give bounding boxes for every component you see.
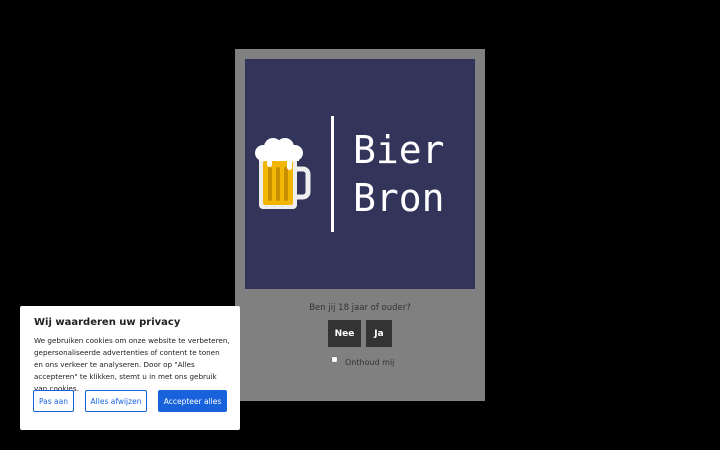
logo-text-line2: Bron <box>353 176 445 220</box>
yes-button[interactable]: Ja <box>366 320 392 347</box>
beer-mug-icon <box>255 138 311 209</box>
cookie-title: Wij waarderen uw privacy <box>34 317 181 328</box>
cookie-consent-banner: Wij waarderen uw privacy We gebruiken co… <box>20 306 240 430</box>
bierbron-logo: Bier Bron <box>245 59 475 289</box>
age-question: Ben jij 18 jaar of ouder? <box>309 303 411 313</box>
customize-button[interactable]: Pas aan <box>33 390 74 412</box>
remember-me-label[interactable]: Onthoud mij <box>345 358 394 367</box>
remember-me-checkbox[interactable] <box>331 356 338 363</box>
cookie-description: We gebruiken cookies om onze website te … <box>34 336 230 393</box>
logo-divider <box>331 116 334 232</box>
no-button[interactable]: Nee <box>328 320 361 347</box>
reject-all-button[interactable]: Alles afwijzen <box>85 390 147 412</box>
accept-all-button[interactable]: Accepteer alles <box>158 390 227 412</box>
logo-text-line1: Bier <box>353 128 445 172</box>
age-verification-modal: Bier Bron Ben jij 18 jaar of ouder? Nee … <box>235 49 485 401</box>
